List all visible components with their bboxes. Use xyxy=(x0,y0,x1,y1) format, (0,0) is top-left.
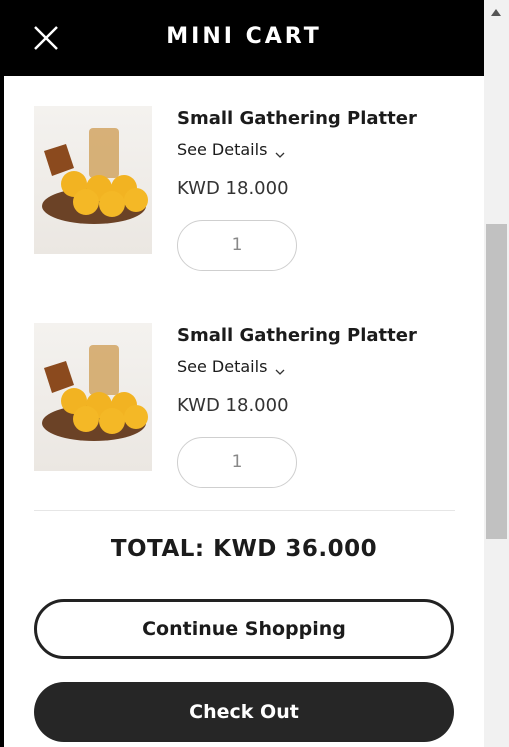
platter-image xyxy=(34,323,152,471)
item-price: KWD 18.000 xyxy=(177,178,289,199)
cart-title: MINI CART xyxy=(166,24,322,49)
cart-header: MINI CART xyxy=(4,0,484,76)
platter-image xyxy=(34,106,152,254)
item-price: KWD 18.000 xyxy=(177,395,289,416)
item-name: Small Gathering Platter xyxy=(177,108,417,129)
checkout-button[interactable]: Check Out xyxy=(34,682,454,742)
scrollbar-thumb[interactable] xyxy=(486,224,507,539)
quantity-input[interactable]: 1 xyxy=(177,437,297,488)
see-details-label: See Details xyxy=(177,140,268,159)
cart-total: TOTAL: KWD 36.000 xyxy=(110,536,378,562)
see-details-label: See Details xyxy=(177,357,268,376)
continue-shopping-button[interactable]: Continue Shopping xyxy=(34,599,454,659)
item-name: Small Gathering Platter xyxy=(177,325,417,346)
scrollbar[interactable] xyxy=(484,0,509,747)
cart-item: Small Gathering Platter See Details KWD … xyxy=(4,323,484,513)
scroll-up-icon[interactable] xyxy=(491,9,501,16)
chevron-down-icon xyxy=(275,145,285,158)
quantity-input[interactable]: 1 xyxy=(177,220,297,271)
cart-item: Small Gathering Platter See Details KWD … xyxy=(4,106,484,296)
see-details-toggle[interactable]: See Details xyxy=(177,357,285,376)
divider xyxy=(34,510,455,511)
chevron-down-icon xyxy=(275,362,285,375)
mini-cart-panel: MINI CART Small Gathering Platter See De… xyxy=(4,0,484,747)
see-details-toggle[interactable]: See Details xyxy=(177,140,285,159)
